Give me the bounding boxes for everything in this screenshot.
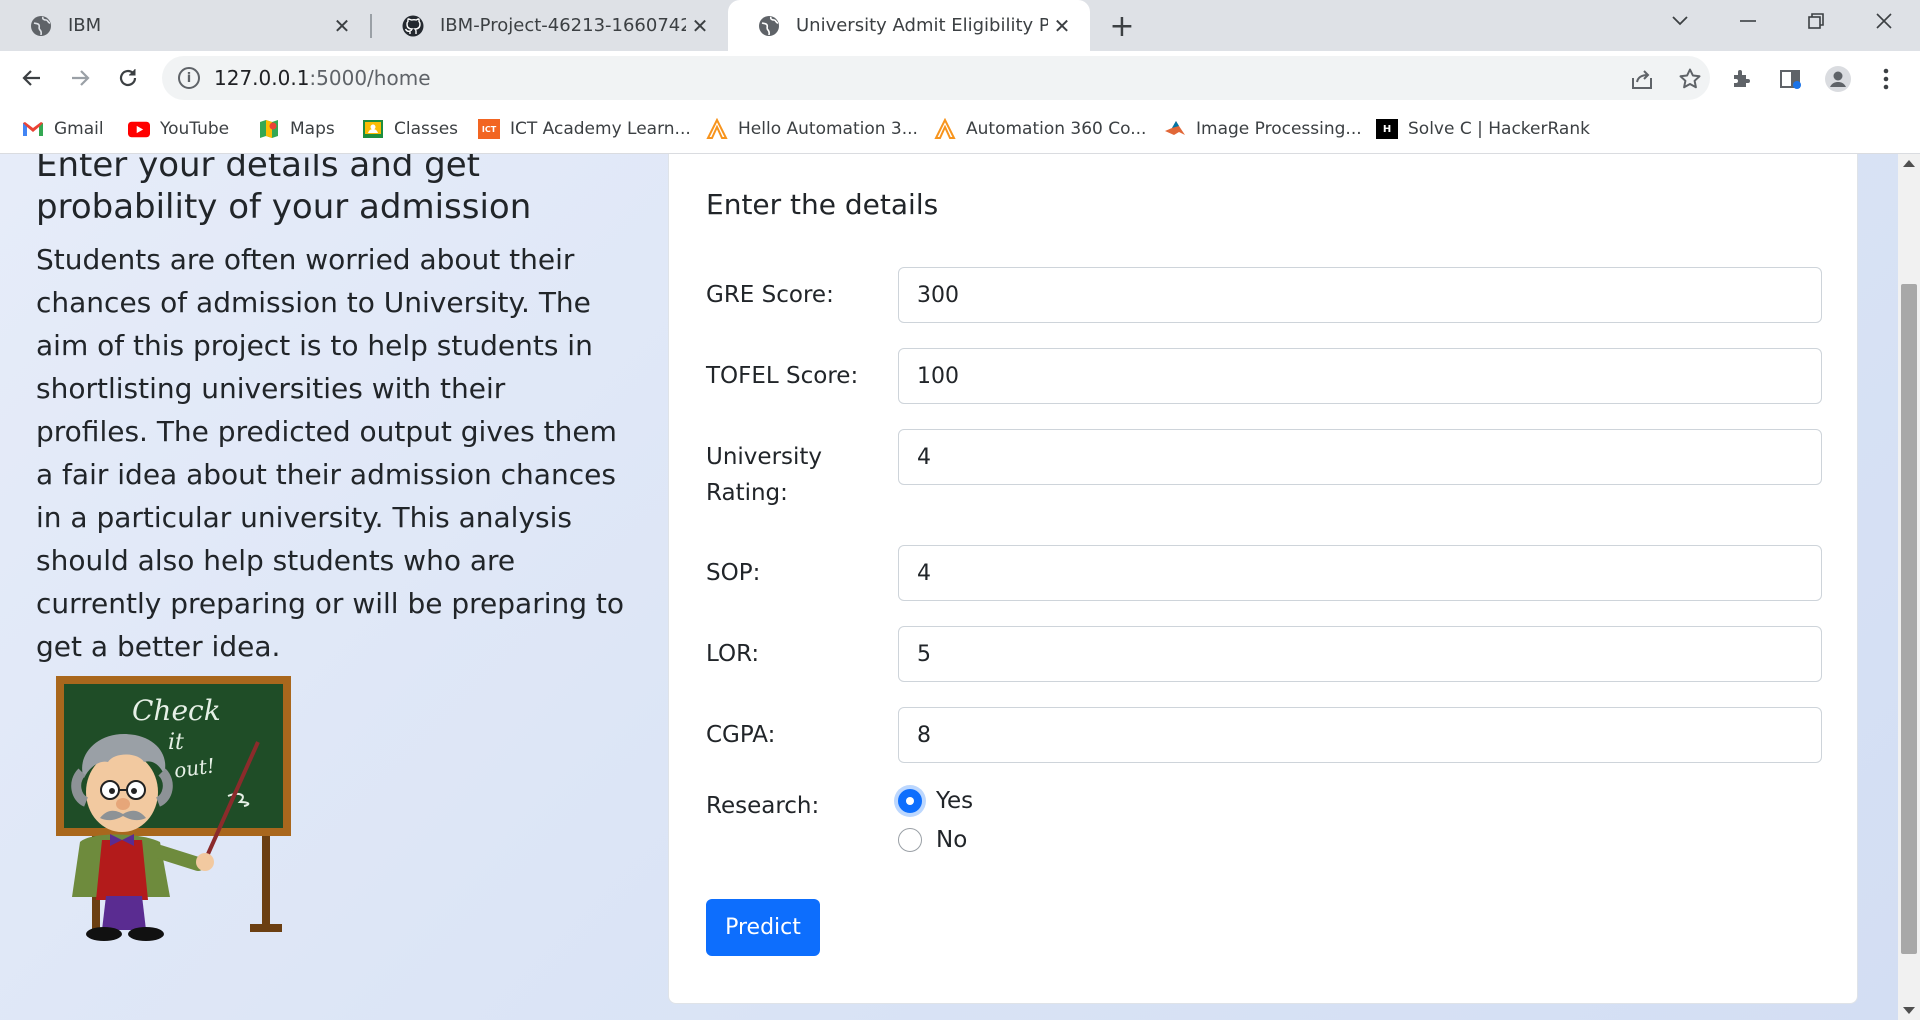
research-label: Research: bbox=[706, 793, 820, 819]
bookmarks-bar: Gmail YouTube Maps Classes ICT ICT Acade… bbox=[0, 105, 1920, 154]
tab-title: IBM-Project-46213-1660742603/ bbox=[440, 15, 686, 36]
new-tab-plus-icon[interactable]: + bbox=[1104, 8, 1140, 44]
side-panel-icon[interactable] bbox=[1774, 63, 1806, 95]
bookmark-image-processing[interactable]: Image Processing... bbox=[1164, 115, 1362, 143]
address-bar[interactable]: i 127.0.0.1:5000/home bbox=[162, 56, 1710, 100]
github-icon bbox=[402, 15, 424, 37]
bookmark-hackerrank[interactable]: H Solve C | HackerRank bbox=[1376, 115, 1590, 143]
profile-avatar-icon[interactable] bbox=[1822, 63, 1854, 95]
bookmark-automation-360[interactable]: Automation 360 Co... bbox=[934, 115, 1146, 143]
university-rating-label: University Rating: bbox=[706, 444, 823, 506]
predict-button[interactable]: Predict bbox=[706, 899, 820, 956]
tab-ibm[interactable]: IBM ✕ bbox=[0, 0, 370, 51]
scroll-down-arrow-icon[interactable] bbox=[1903, 1007, 1915, 1014]
page-heading: Enter your details and get probability o… bbox=[36, 154, 532, 227]
browser-toolbar: i 127.0.0.1:5000/home bbox=[0, 51, 1920, 105]
research-yes-radio[interactable] bbox=[898, 789, 922, 813]
research-no-option[interactable]: No bbox=[898, 827, 967, 853]
page-viewport: Enter your details and get probability o… bbox=[0, 154, 1898, 1020]
tab-strip: IBM ✕ IBM-Project-46213-1660742603/ ✕ Un… bbox=[0, 0, 1920, 51]
chalkboard-text-it: it bbox=[168, 730, 184, 755]
extensions-puzzle-icon[interactable] bbox=[1726, 63, 1758, 95]
cgpa-label: CGPA: bbox=[706, 722, 776, 748]
research-yes-option[interactable]: Yes bbox=[898, 788, 973, 814]
gmail-icon bbox=[22, 119, 44, 139]
youtube-icon bbox=[128, 119, 150, 139]
automation-anywhere-icon bbox=[706, 118, 728, 139]
sop-input[interactable] bbox=[898, 545, 1822, 601]
tofel-score-input[interactable] bbox=[898, 348, 1822, 404]
classroom-icon bbox=[362, 119, 384, 139]
scroll-up-arrow-icon[interactable] bbox=[1903, 160, 1915, 167]
sop-label: SOP: bbox=[706, 560, 761, 586]
lor-input[interactable] bbox=[898, 626, 1822, 682]
matlab-icon bbox=[1164, 119, 1186, 139]
globe-icon bbox=[30, 15, 52, 37]
form-title: Enter the details bbox=[706, 188, 939, 221]
hackerrank-icon: H bbox=[1376, 119, 1398, 139]
forward-arrow-icon[interactable] bbox=[60, 58, 100, 98]
bookmark-maps[interactable]: Maps bbox=[258, 115, 335, 143]
bookmark-star-icon[interactable] bbox=[1674, 63, 1706, 95]
gre-score-input[interactable] bbox=[898, 267, 1822, 323]
minimize-icon[interactable] bbox=[1720, 0, 1776, 42]
close-icon[interactable]: ✕ bbox=[686, 12, 714, 40]
maps-icon bbox=[258, 119, 280, 139]
automation-anywhere-icon bbox=[934, 118, 956, 139]
research-no-label: No bbox=[936, 827, 968, 853]
university-rating-input[interactable] bbox=[898, 429, 1822, 485]
tab-search-chevron-icon[interactable] bbox=[1652, 0, 1708, 42]
tab-title: University Admit Eligibility Predic bbox=[796, 15, 1048, 36]
restore-icon[interactable] bbox=[1788, 0, 1844, 42]
lor-label: LOR: bbox=[706, 641, 760, 667]
intro-section: Enter your details and get probability o… bbox=[36, 154, 626, 668]
back-arrow-icon[interactable] bbox=[12, 58, 52, 98]
url-text: 127.0.0.1:5000/home bbox=[214, 66, 431, 90]
close-icon[interactable]: ✕ bbox=[1048, 12, 1076, 40]
globe-icon bbox=[758, 15, 780, 37]
scrollbar-thumb[interactable] bbox=[1901, 284, 1917, 954]
window-close-icon[interactable] bbox=[1856, 0, 1912, 42]
tab-title: IBM bbox=[68, 15, 102, 36]
details-form-card: Enter the details GRE Score: TOFEL Score… bbox=[668, 154, 1858, 1004]
vertical-scrollbar[interactable] bbox=[1898, 154, 1920, 1020]
gre-score-label: GRE Score: bbox=[706, 282, 834, 308]
tab-github-project[interactable]: IBM-Project-46213-1660742603/ ✕ bbox=[372, 0, 728, 51]
bookmark-youtube[interactable]: YouTube bbox=[128, 115, 229, 143]
share-icon[interactable] bbox=[1626, 63, 1658, 95]
menu-kebab-icon[interactable] bbox=[1870, 63, 1902, 95]
chalkboard-text-check: Check bbox=[132, 694, 221, 727]
teacher-chalkboard-illustration: Check it out! bbox=[50, 672, 295, 942]
project-description: Students are often worried about their c… bbox=[36, 243, 625, 663]
ict-academy-icon: ICT bbox=[478, 119, 500, 139]
close-icon[interactable]: ✕ bbox=[328, 12, 356, 40]
tab-university-admit[interactable]: University Admit Eligibility Predic ✕ bbox=[728, 0, 1090, 51]
research-no-radio[interactable] bbox=[898, 828, 922, 852]
tofel-score-label: TOFEL Score: bbox=[706, 363, 859, 389]
bookmark-gmail[interactable]: Gmail bbox=[22, 115, 104, 143]
bookmark-classes[interactable]: Classes bbox=[362, 115, 458, 143]
cgpa-input[interactable] bbox=[898, 707, 1822, 763]
site-info-icon[interactable]: i bbox=[178, 67, 200, 89]
reload-icon[interactable] bbox=[108, 58, 148, 98]
research-yes-label: Yes bbox=[936, 788, 974, 814]
bookmark-ict-academy[interactable]: ICT ICT Academy Learn... bbox=[478, 115, 691, 143]
bookmark-hello-automation[interactable]: Hello Automation 3... bbox=[706, 115, 918, 143]
